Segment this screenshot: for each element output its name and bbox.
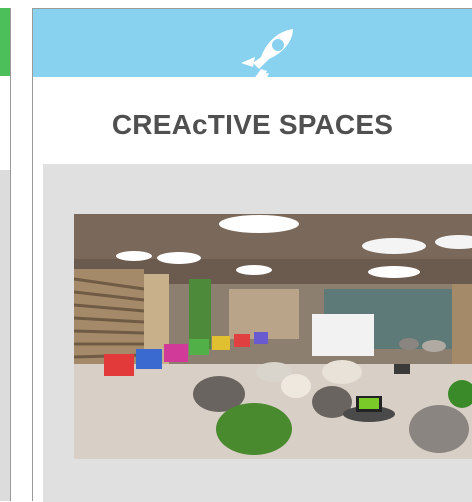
room-photo[interactable]	[74, 214, 472, 459]
card-body	[43, 164, 472, 502]
creative-spaces-card[interactable]: CREAcTIVE SPACES	[32, 8, 472, 502]
left-card-accent	[0, 8, 10, 76]
rocket-icon	[241, 29, 293, 89]
left-card-partial	[0, 8, 11, 501]
left-card-white-band	[0, 76, 10, 170]
card-title: CREAcTIVE SPACES	[111, 109, 394, 140]
